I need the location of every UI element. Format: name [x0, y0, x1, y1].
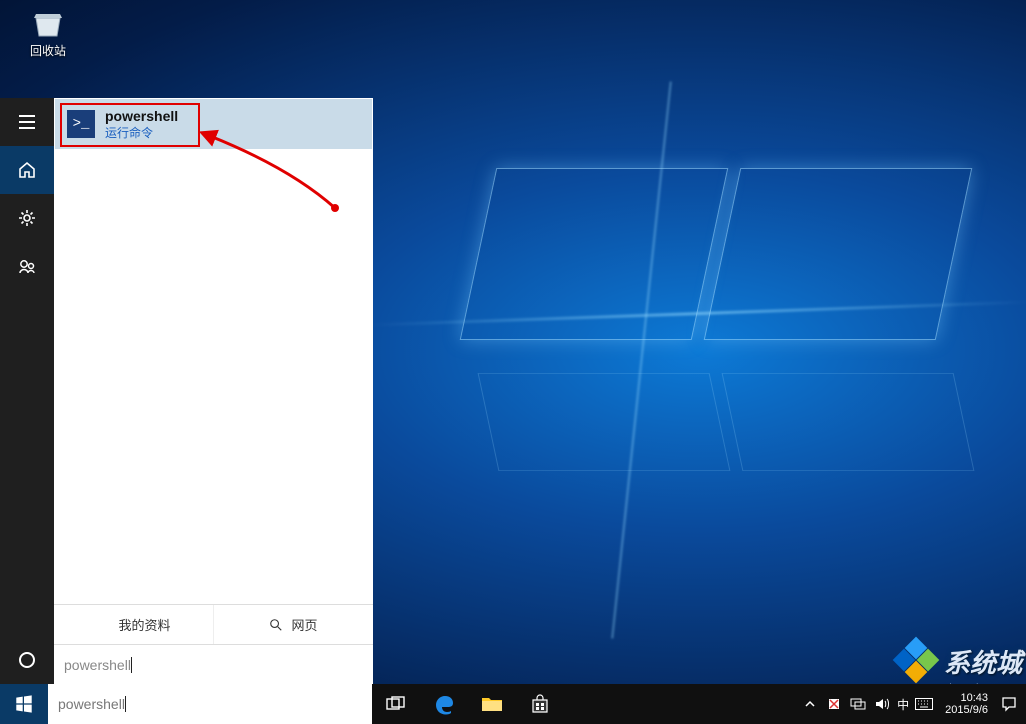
task-view-button[interactable] [372, 684, 420, 724]
tray-chevron-up-icon[interactable] [801, 695, 819, 713]
text-caret [125, 696, 126, 712]
recycle-bin[interactable]: 回收站 [18, 8, 78, 59]
taskbar-search-box[interactable]: powershell [48, 684, 372, 724]
edge-icon [433, 693, 455, 715]
wallpaper-beam [611, 81, 673, 638]
hamburger-button[interactable] [0, 98, 54, 146]
tray-ime-indicator[interactable]: 中 [897, 695, 909, 713]
edge-button[interactable] [420, 684, 468, 724]
tray-network-icon[interactable] [849, 695, 867, 713]
taskbar: powershell [0, 684, 1026, 724]
tray-keyboard-icon[interactable] [915, 695, 933, 713]
windows-icon [96, 618, 110, 632]
tray-volume-icon[interactable] [873, 695, 891, 713]
scope-my-stuff-label: 我的资料 [118, 615, 170, 634]
search-panel: >_ powershell 运行命令 我的资料 网页 power [0, 98, 373, 684]
watermark-text: 系统城 [944, 643, 1022, 680]
home-tab[interactable] [0, 146, 54, 194]
watermark-logo [896, 640, 938, 682]
store-icon [530, 694, 550, 714]
best-match-result[interactable]: >_ powershell 运行命令 [55, 99, 372, 149]
store-button[interactable] [516, 684, 564, 724]
search-sidebar [0, 98, 54, 684]
search-scope-row: 我的资料 网页 [54, 604, 373, 644]
search-input-row[interactable]: powershell [54, 644, 373, 684]
file-explorer-button[interactable] [468, 684, 516, 724]
tray-clock[interactable]: 10:43 2015/9/6 [939, 692, 994, 716]
watermark: 系统城 [896, 640, 1022, 682]
search-icon [269, 618, 283, 632]
taskbar-pinned [372, 684, 564, 724]
wallpaper-pane [722, 373, 975, 471]
tray-security-icon[interactable] [825, 695, 843, 713]
wallpaper-pane [478, 373, 731, 471]
windows-icon [15, 695, 33, 713]
system-tray: 中 10:43 2015/9/6 [801, 684, 1026, 724]
best-match-title: powershell [105, 108, 178, 124]
best-match-subtitle: 运行命令 [105, 124, 178, 141]
scope-web-label: 网页 [291, 615, 317, 634]
scope-web[interactable]: 网页 [213, 605, 373, 644]
powershell-icon: >_ [67, 110, 95, 138]
feedback-tab[interactable] [0, 242, 54, 290]
tray-time: 10:43 [945, 692, 988, 704]
recycle-bin-icon [28, 8, 68, 40]
wallpaper-pane [704, 168, 973, 340]
folder-icon [481, 695, 503, 713]
tray-date: 2015/9/6 [945, 704, 988, 716]
best-match-text: powershell 运行命令 [105, 108, 178, 141]
cortana-tab[interactable] [0, 636, 54, 684]
desktop-root: 回收站 >_ powershell [0, 0, 1026, 724]
scope-my-stuff[interactable]: 我的资料 [54, 605, 213, 644]
search-results-area: >_ powershell 运行命令 我的资料 网页 power [54, 98, 373, 684]
taskbar-search-text: powershell [58, 696, 125, 712]
taskview-icon [386, 696, 406, 712]
settings-tab[interactable] [0, 194, 54, 242]
start-button[interactable] [0, 684, 48, 724]
action-center-button[interactable] [1000, 695, 1018, 713]
taskbar-left: powershell [0, 684, 372, 724]
recycle-bin-label: 回收站 [18, 42, 78, 59]
